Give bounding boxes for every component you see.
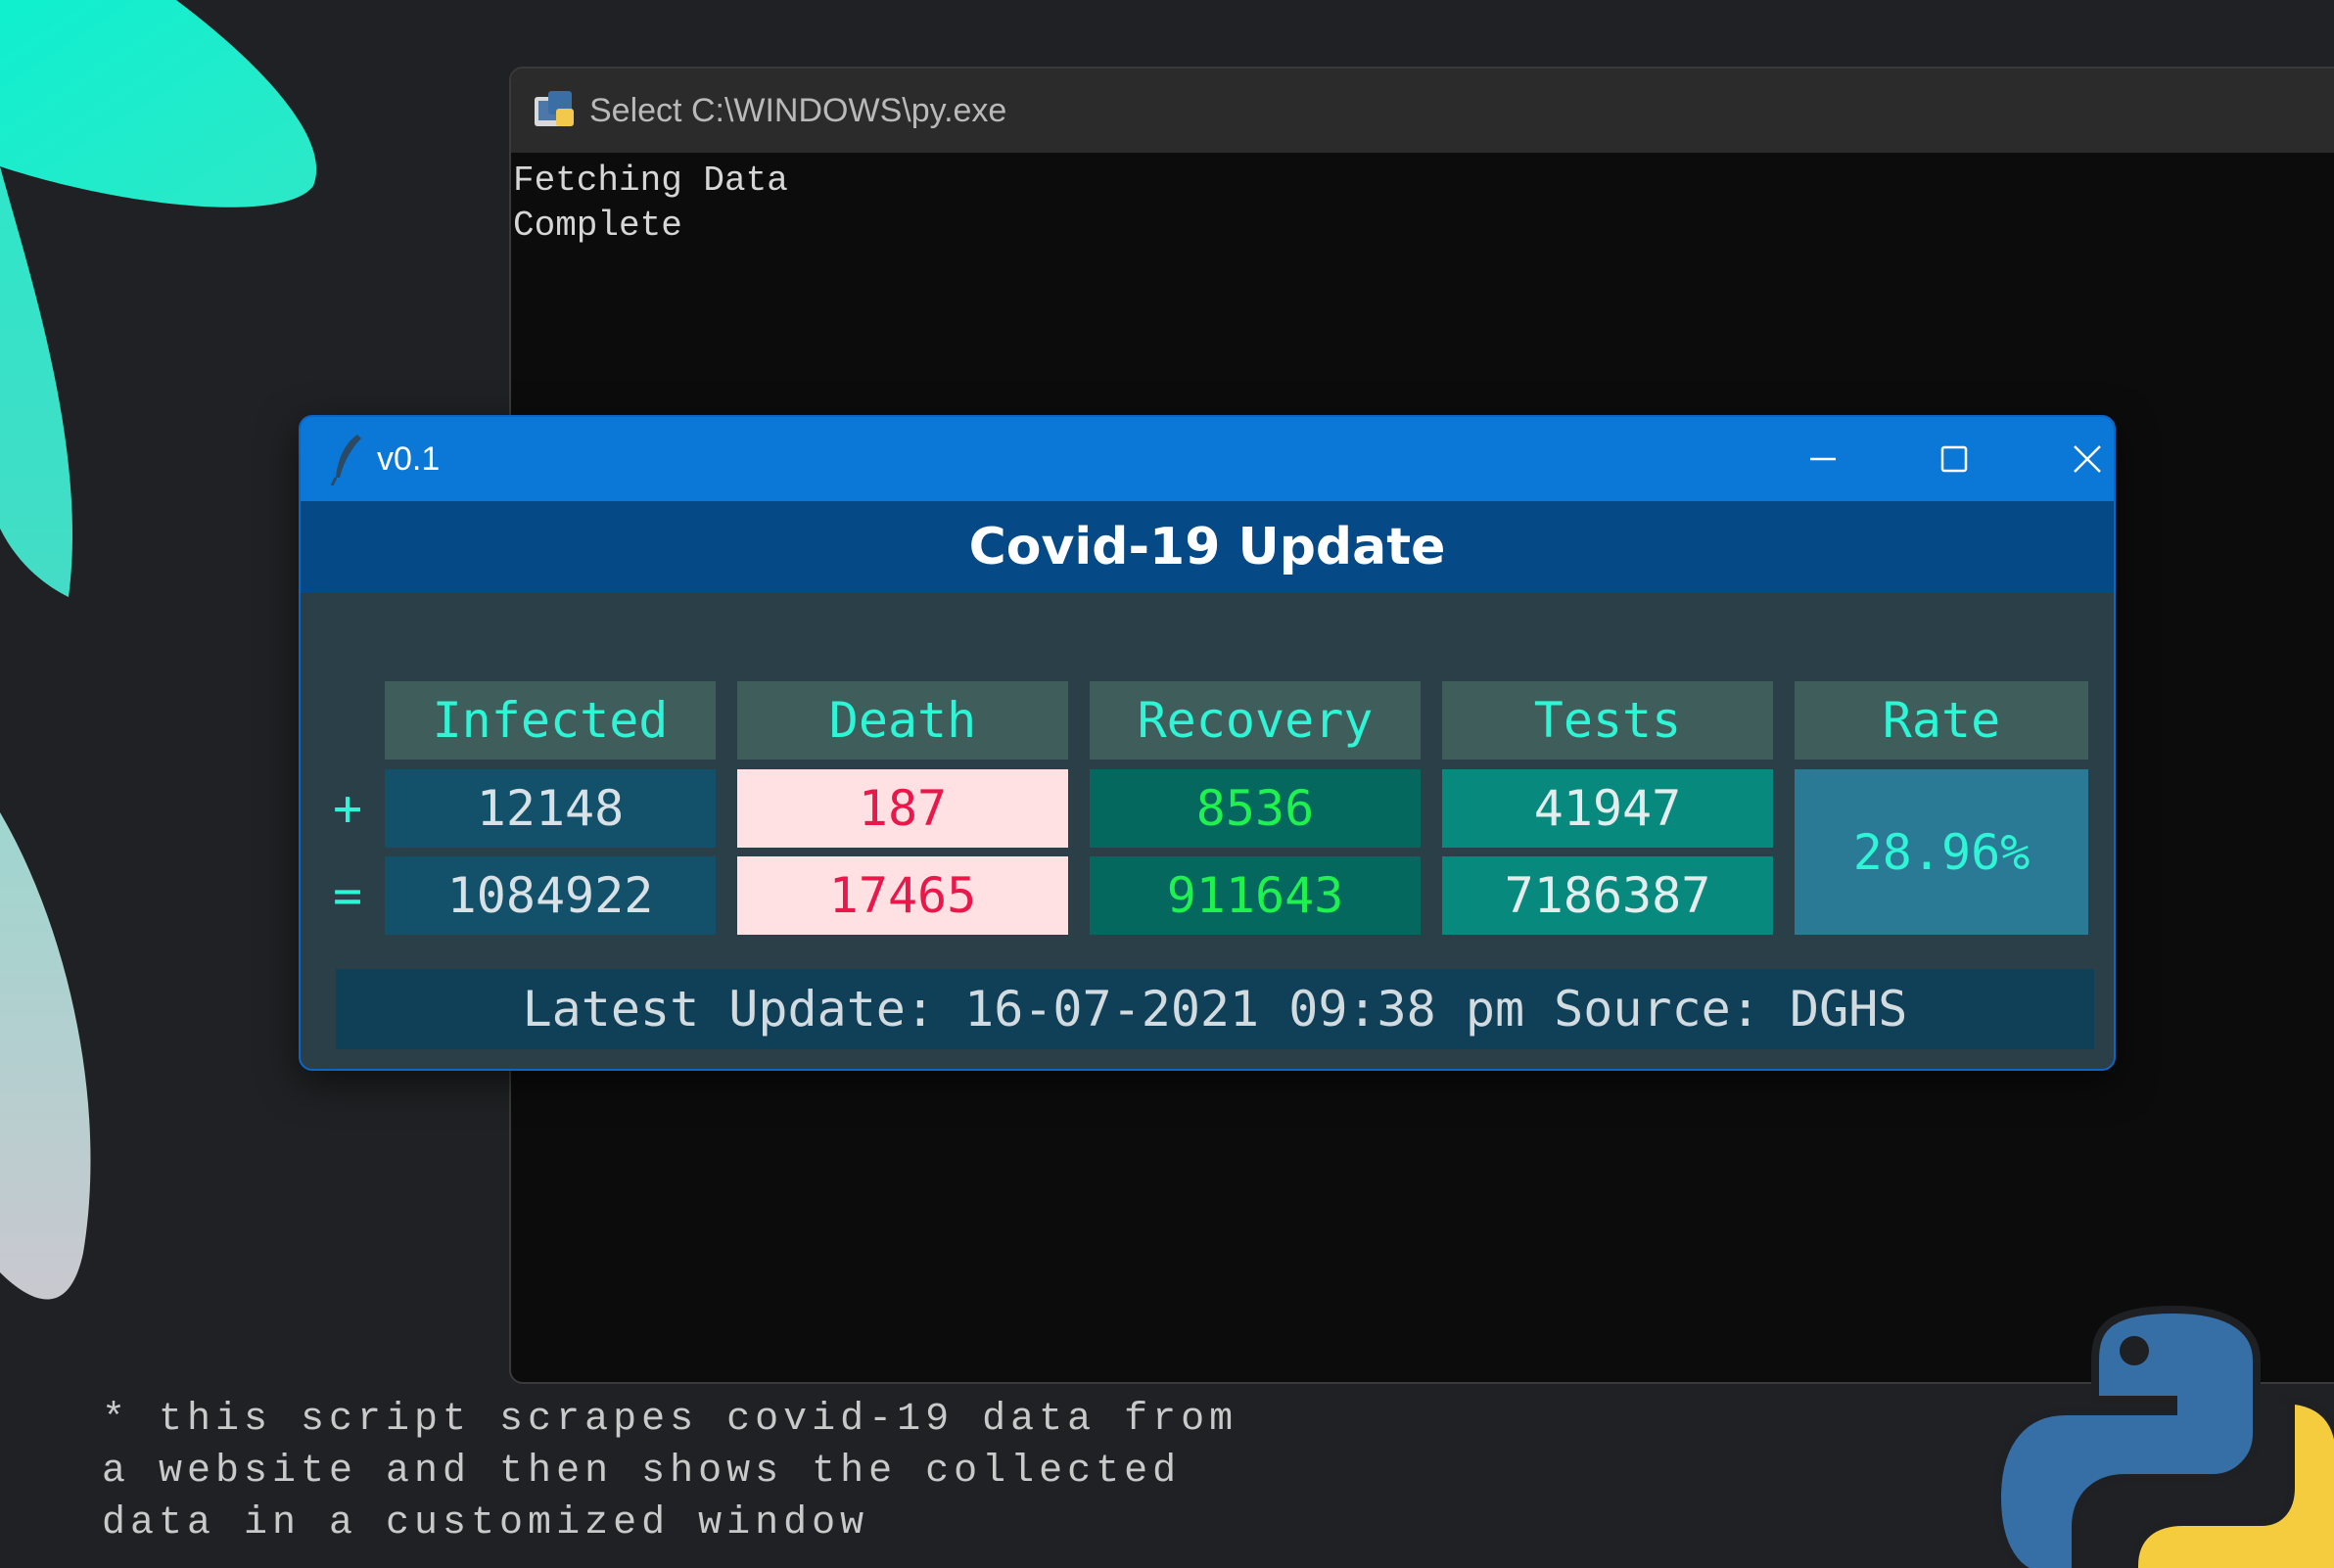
feather-icon	[330, 435, 361, 485]
covid-app-window[interactable]: v0.1 Covid-19 Update Infected Death Reco…	[299, 415, 2116, 1071]
total-tests-value: 7186387	[1442, 856, 1773, 935]
app-heading: Covid-19 Update	[968, 518, 1446, 576]
row-sign-new: +	[332, 780, 363, 837]
desktop: Select C:\WINDOWS\py.exe Fetching Data C…	[0, 0, 2334, 1568]
app-header: Covid-19 Update	[301, 501, 2114, 593]
caption-line: * this script scrapes covid-19 data from	[102, 1398, 1238, 1442]
console-line: Fetching Data	[513, 161, 788, 201]
minimize-icon	[1810, 457, 1836, 461]
console-line: Complete	[513, 206, 682, 246]
caption-line: data in a customized window	[102, 1501, 869, 1545]
console-title: Select C:\WINDOWS\py.exe	[589, 91, 1007, 129]
column-header-recovery: Recovery	[1090, 681, 1421, 760]
new-death-value: 187	[737, 769, 1068, 848]
console-titlebar[interactable]: Select C:\WINDOWS\py.exe	[511, 69, 2334, 153]
app-titlebar[interactable]: v0.1	[301, 417, 2114, 501]
total-death-value: 17465	[737, 856, 1068, 935]
new-recovery-value: 8536	[1090, 769, 1421, 848]
caption-line: a website and then shows the collected	[102, 1450, 1182, 1494]
stats-grid: Infected Death Recovery Tests Rate + = 1…	[301, 593, 2114, 1069]
decorative-leaf-bottom	[0, 812, 91, 1300]
close-icon	[2074, 445, 2101, 473]
new-tests-value: 41947	[1442, 769, 1773, 848]
maximize-icon	[1940, 445, 1968, 473]
python-logo-icon	[1992, 1305, 2334, 1568]
total-infected-value: 1084922	[385, 856, 716, 935]
decorative-leaf-middle	[0, 166, 72, 597]
close-button[interactable]	[2024, 417, 2114, 501]
row-sign-total: =	[332, 867, 363, 924]
latest-update-bar: Latest Update: 16-07-2021 09:38 pm Sourc…	[336, 969, 2094, 1049]
column-header-tests: Tests	[1442, 681, 1773, 760]
maximize-button[interactable]	[1891, 417, 2018, 501]
minimize-button[interactable]	[1759, 417, 1887, 501]
new-infected-value: 12148	[385, 769, 716, 848]
window-title: v0.1	[377, 439, 441, 478]
rate-value: 28.96%	[1795, 769, 2088, 935]
caption: * this script scrapes covid-19 data from…	[102, 1394, 1237, 1549]
column-header-rate: Rate	[1795, 681, 2088, 760]
column-header-infected: Infected	[385, 681, 716, 760]
python-launcher-icon	[535, 91, 574, 126]
column-header-death: Death	[737, 681, 1068, 760]
console-output: Fetching Data Complete	[511, 153, 2334, 249]
total-recovery-value: 911643	[1090, 856, 1421, 935]
